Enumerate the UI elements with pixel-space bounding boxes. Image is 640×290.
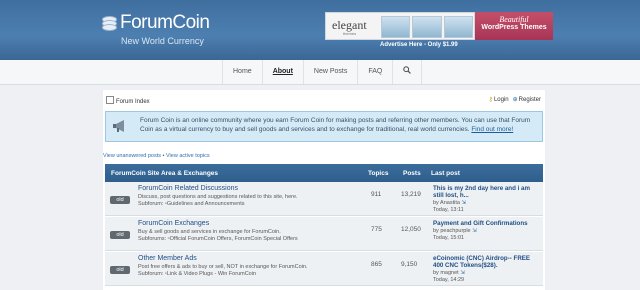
breadcrumb[interactable]: Forum Index xyxy=(106,96,150,105)
subforum-link[interactable]: Link & Video Plugs - Win ForumCoin xyxy=(167,271,256,277)
forum-row[interactable]: old Other Member Ads Post free offers & … xyxy=(105,252,543,286)
quick-links: View unanswered posts • View active topi… xyxy=(103,153,210,159)
nav-about[interactable]: About xyxy=(261,60,303,84)
topics-count: 911 xyxy=(371,191,382,198)
megaphone-icon xyxy=(113,120,124,132)
site-title: ForumCoin xyxy=(120,12,210,33)
info-text: Forum Coin is an online community where … xyxy=(140,116,538,134)
header-last-post: Last post xyxy=(431,170,460,177)
last-post-time: Today, 15:01 xyxy=(433,235,465,241)
last-post-author: by magnet ⇲ xyxy=(433,270,465,276)
unanswered-link[interactable]: View unanswered posts xyxy=(103,153,161,159)
last-post-by[interactable]: by Anastita xyxy=(433,200,460,206)
forum-description: Buy & sell goods and services in exchang… xyxy=(138,229,281,235)
forum-subforums: Subforum: ▫Link & Video Plugs - Win Foru… xyxy=(138,271,256,277)
ad-screenshot xyxy=(381,16,411,38)
site-header: ForumCoin New World Currency elegant the… xyxy=(0,0,640,60)
topics-count: 865 xyxy=(371,261,382,268)
ad-banner[interactable]: elegant themes Beautiful WordPress Theme… xyxy=(325,12,553,40)
ad-screenshot xyxy=(412,16,442,38)
ad-promo-panel: Beautiful WordPress Themes xyxy=(475,12,553,40)
subforum-label: Subforum: xyxy=(138,271,164,277)
last-post-title[interactable]: This is my 2nd day here and i am still l… xyxy=(433,185,539,199)
ad-promo-line2: WordPress Themes xyxy=(481,24,547,31)
forum-title[interactable]: Other Member Ads xyxy=(138,255,197,262)
posts-count: 9,150 xyxy=(401,261,418,268)
go-to-post-icon[interactable]: ⇲ xyxy=(472,228,477,234)
key-icon: ⚷ xyxy=(488,97,493,103)
ad-promo-line1: Beautiful xyxy=(499,15,529,24)
forum-row[interactable]: old ForumCoin Exchanges Buy & sell goods… xyxy=(105,217,543,251)
status-badge: old xyxy=(110,196,130,204)
last-post-title[interactable]: Payment and Gift Confirmations xyxy=(433,220,539,227)
subforum-link[interactable]: Guidelines and Announcements xyxy=(167,201,245,207)
forum-topbar: Forum Index ⚷Login ⊕Register xyxy=(103,94,545,106)
subforum-label: Subforum: xyxy=(138,201,164,207)
last-post-author: by Anastita ⇲ xyxy=(433,200,466,206)
subforum-label: Subforums: xyxy=(138,236,167,242)
ad-screenshot xyxy=(443,16,473,38)
register-link[interactable]: Register xyxy=(519,97,541,103)
status-badge: old xyxy=(110,231,130,239)
last-post-by[interactable]: by peachpurple xyxy=(433,228,471,234)
active-topics-link[interactable]: View active topics xyxy=(166,153,210,159)
forum-subforums: Subforums: ▫Official ForumCoin Offers, F… xyxy=(138,236,298,242)
ad-brand-sub: themes xyxy=(343,31,357,36)
nav-new-posts[interactable]: New Posts xyxy=(302,60,357,84)
forum-index-link[interactable]: Forum Index xyxy=(116,99,150,105)
topics-count: 775 xyxy=(371,226,382,233)
coin-stack-icon xyxy=(102,16,118,31)
find-out-more-link[interactable]: Find out more! xyxy=(471,126,513,133)
header-posts: Posts xyxy=(403,170,421,177)
ad-brand-panel: elegant themes xyxy=(325,12,475,40)
last-post-title[interactable]: eCoinomic (CNC) Airdrop-- FREE 400 CNC T… xyxy=(433,255,539,269)
posts-count: 12,050 xyxy=(401,226,421,233)
search-icon[interactable] xyxy=(392,60,423,84)
forum-title[interactable]: ForumCoin Exchanges xyxy=(138,220,209,227)
status-badge: old xyxy=(110,266,130,274)
site-logo[interactable]: ForumCoin New World Currency xyxy=(102,12,232,52)
nav-items: Home About New Posts FAQ xyxy=(222,60,423,84)
last-post-by[interactable]: by magnet xyxy=(433,270,459,276)
ad-screenshots xyxy=(381,16,473,38)
last-post-time: Today, 14:29 xyxy=(433,277,465,283)
auth-links: ⚷Login ⊕Register xyxy=(489,96,541,103)
go-to-post-icon[interactable]: ⇲ xyxy=(460,270,465,276)
nav-home[interactable]: Home xyxy=(222,60,262,84)
header-forum: ForumCoin Site Area & Exchanges xyxy=(111,170,219,177)
register-icon: ⊕ xyxy=(512,97,518,103)
forum-description: Discuss, post questions and suggestions … xyxy=(138,194,298,200)
main-nav: Home About New Posts FAQ xyxy=(0,60,640,85)
forum-table-header: ForumCoin Site Area & Exchanges Topics P… xyxy=(105,164,543,182)
home-icon xyxy=(106,96,114,104)
go-to-post-icon[interactable]: ⇲ xyxy=(461,200,466,206)
info-box: Forum Coin is an online community where … xyxy=(105,111,543,142)
site-tagline: New World Currency xyxy=(121,36,204,46)
last-post-author: by peachpurple ⇲ xyxy=(433,228,477,234)
nav-faq[interactable]: FAQ xyxy=(357,60,392,84)
forum-description: Post free offers & ads to buy or sell, N… xyxy=(138,264,308,270)
forum-subforums: Subforum: ▫Guidelines and Announcements xyxy=(138,201,245,207)
subforum-link[interactable]: Official ForumCoin Offers, ForumCoin Spe… xyxy=(170,236,298,242)
posts-count: 13,219 xyxy=(401,191,421,198)
forum-content: Forum Index ⚷Login ⊕Register Forum Coin i… xyxy=(103,90,545,290)
forum-row[interactable]: old ForumCoin Related Discussions Discus… xyxy=(105,182,543,216)
last-post-time: Today, 13:11 xyxy=(433,207,464,213)
advertise-link[interactable]: Advertise Here - Only $1.99 xyxy=(380,42,520,48)
forum-title[interactable]: ForumCoin Related Discussions xyxy=(138,185,238,192)
login-link[interactable]: Login xyxy=(494,97,509,103)
header-topics: Topics xyxy=(368,170,389,177)
